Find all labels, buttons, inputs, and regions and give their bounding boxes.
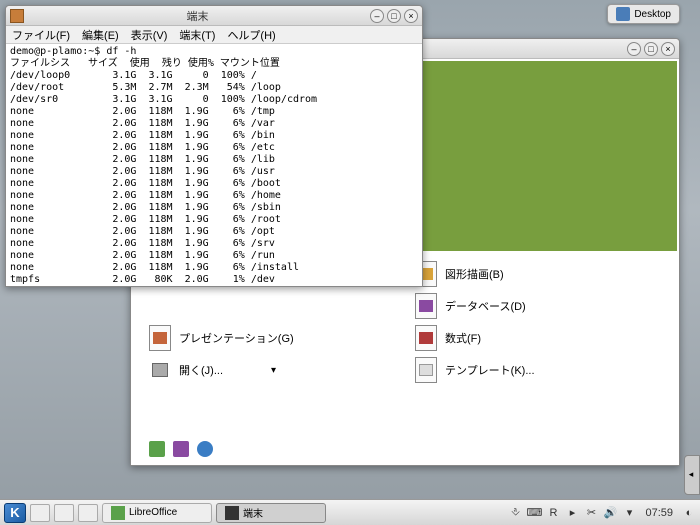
terminal-menubar: ファイル(F) 編集(E) 表示(V) 端末(T) ヘルプ(H) (6, 26, 422, 44)
new-drawing-button[interactable]: 図形描画(B) (415, 261, 661, 287)
menu-edit[interactable]: 編集(E) (82, 27, 119, 43)
close-button[interactable]: × (661, 42, 675, 56)
panel-settings-icon[interactable]: ◐ (682, 506, 696, 520)
addons-icon[interactable] (173, 441, 189, 457)
maximize-button[interactable]: □ (387, 9, 401, 23)
minimize-button[interactable]: – (370, 9, 384, 23)
system-tray: ⎀ ⌨ R ▸ ✂ 🔊 ▾ 07:59 ◐ (508, 506, 696, 520)
application-launcher-button[interactable]: K (4, 503, 26, 523)
impress-icon (149, 325, 171, 351)
window-title: 端末 (28, 8, 367, 24)
new-presentation-button[interactable]: プレゼンテーション(G) (149, 325, 395, 351)
base-icon (415, 293, 437, 319)
math-icon (415, 325, 437, 351)
template-icon (415, 357, 437, 383)
terminal-window: 端末 – □ × ファイル(F) 編集(E) 表示(V) 端末(T) ヘルプ(H… (5, 5, 423, 287)
templates-button[interactable]: テンプレート(K)... (415, 357, 661, 383)
desktop-widget-label: Desktop (634, 9, 671, 20)
close-button[interactable]: × (404, 9, 418, 23)
menu-help[interactable]: ヘルプ(H) (227, 27, 275, 43)
tray-chevron-icon[interactable]: ▾ (622, 506, 636, 520)
clock[interactable]: 07:59 (641, 507, 677, 519)
menu-terminal[interactable]: 端末(T) (179, 27, 215, 43)
scissors-icon[interactable]: ✂ (584, 506, 598, 520)
volume-icon[interactable]: 🔊 (603, 506, 617, 520)
task-terminal[interactable]: 端末 (216, 503, 326, 523)
maximize-button[interactable]: □ (644, 42, 658, 56)
filemanager-button[interactable] (78, 504, 98, 522)
terminal-output[interactable]: demo@p-plamo:~$ df -h ファイルシス サイズ 使用 残り 使… (6, 44, 422, 286)
desktop-pager-widget[interactable]: Desktop (607, 4, 680, 24)
input-method-icon[interactable]: ⎀ (508, 506, 522, 520)
new-formula-button[interactable]: 数式(F) (415, 325, 661, 351)
show-desktop-button[interactable] (54, 504, 74, 522)
info-icon[interactable] (197, 441, 213, 457)
keyboard-icon[interactable]: ⌨ (527, 506, 541, 520)
expand-tray-icon[interactable]: ▸ (565, 506, 579, 520)
terminal-icon (225, 506, 239, 520)
terminal-titlebar[interactable]: 端末 – □ × (6, 6, 422, 26)
task-libreoffice[interactable]: LibreOffice (102, 503, 212, 523)
chevron-down-icon[interactable]: ▾ (271, 365, 276, 376)
folder-open-icon (149, 357, 171, 383)
panel-side-tab[interactable]: ◂ (684, 455, 700, 495)
menu-view[interactable]: 表示(V) (131, 27, 168, 43)
minimize-button[interactable]: – (627, 42, 641, 56)
app-icon (10, 9, 24, 23)
display-icon[interactable]: R (546, 506, 560, 520)
new-database-button[interactable]: データベース(D) (415, 293, 661, 319)
taskbar: K LibreOffice 端末 ⎀ ⌨ R ▸ ✂ 🔊 ▾ 07:59 ◐ (0, 499, 700, 525)
desktop-icon (616, 7, 630, 21)
pager-button[interactable] (30, 504, 50, 522)
extensions-icon[interactable] (149, 441, 165, 457)
libreoffice-icon (111, 506, 125, 520)
open-document-button[interactable]: 開く(J)... ▾ (149, 357, 395, 383)
menu-file[interactable]: ファイル(F) (12, 27, 70, 43)
libreoffice-footer (131, 433, 679, 465)
